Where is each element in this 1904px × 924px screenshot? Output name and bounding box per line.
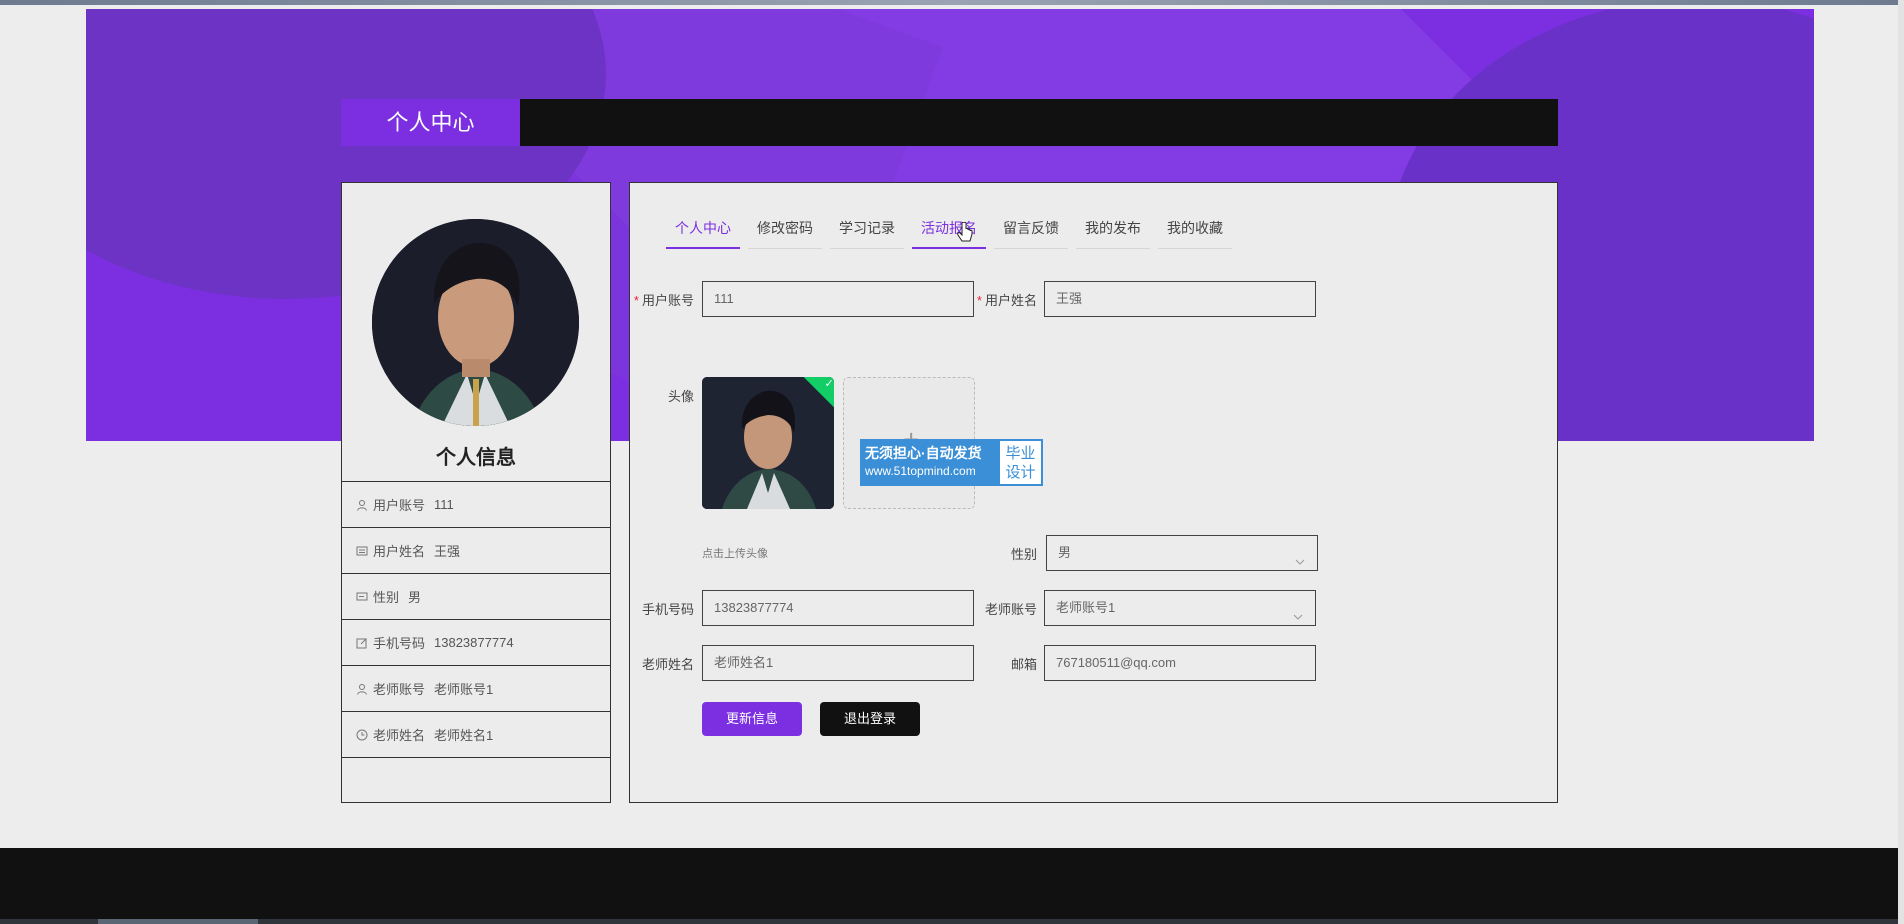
info-value: 王强 [434, 544, 461, 559]
page-title: 个人中心 [341, 99, 520, 146]
info-row-phone: 手机号码 13823877774 [342, 619, 610, 665]
info-label: 用户姓名 [373, 544, 426, 559]
info-label: 老师账号 [373, 682, 426, 697]
edit-icon [356, 637, 368, 649]
mouse-cursor [957, 221, 973, 244]
info-label: 手机号码 [373, 636, 426, 651]
info-row-name: 用户姓名 王强 [342, 527, 610, 573]
avatar-label: 头像 [667, 389, 694, 404]
teacher-name-input[interactable]: 老师姓名1 [702, 645, 974, 681]
footer [0, 848, 1904, 924]
watermark-url: www.51topmind.com [865, 464, 976, 478]
account-input[interactable]: 111 [702, 281, 974, 317]
profile-info-list: 用户账号 111 用户姓名 王强 性别 男 手机号码 13823877774 老… [342, 481, 610, 803]
info-value: 13823877774 [434, 635, 514, 650]
upload-tip: 点击上传头像 [702, 548, 768, 560]
watermark-line1: 无须担心·自动发货 [865, 445, 982, 461]
avatar-preview[interactable]: ✓ [702, 377, 834, 509]
teacher-icon [356, 683, 368, 695]
gender-value: 男 [1058, 545, 1072, 560]
teacher-account-value: 老师账号1 [1056, 600, 1116, 615]
email-label: 邮箱 [1010, 657, 1037, 672]
info-value: 老师姓名1 [434, 728, 494, 743]
teacher-account-select[interactable]: 老师账号1 [1044, 590, 1316, 626]
check-icon: ✓ [824, 377, 834, 390]
browser-top-line [0, 0, 1904, 5]
chevron-down-icon [1295, 546, 1305, 565]
tab-study-records[interactable]: 学习记录 [830, 213, 904, 249]
scrollbar[interactable] [1898, 0, 1904, 924]
clock-icon [356, 729, 368, 741]
info-row-gender: 性别 男 [342, 573, 610, 619]
tab-activity-signup[interactable]: 活动报名 [912, 213, 986, 249]
title-bar: 个人中心 [341, 99, 1558, 146]
tab-change-password[interactable]: 修改密码 [748, 213, 822, 249]
card-icon [356, 545, 368, 557]
info-value: 男 [408, 590, 422, 605]
teacher-name-label: 老师姓名 [641, 657, 694, 672]
watermark-side1: 毕业 [1005, 445, 1036, 462]
avatar [372, 219, 579, 426]
info-label: 性别 [373, 590, 400, 605]
watermark-side2: 设计 [1005, 464, 1036, 481]
teacher-account-label: 老师账号 [984, 602, 1037, 617]
taskbar-strip [0, 919, 1904, 924]
name-label: * 用户姓名 [976, 293, 1037, 308]
phone-label: 手机号码 [641, 602, 694, 617]
info-label: 老师姓名 [373, 728, 426, 743]
info-value: 111 [434, 497, 454, 512]
name-input[interactable]: 王强 [1044, 281, 1316, 317]
gender-label: 性别 [1010, 547, 1037, 562]
profile-heading: 个人信息 [436, 447, 516, 469]
user-icon [356, 499, 368, 511]
info-label: 用户账号 [373, 498, 426, 513]
gender-select[interactable]: 男 [1046, 535, 1318, 571]
tab-my-favorites[interactable]: 我的收藏 [1158, 213, 1232, 249]
info-row-teacher-account: 老师账号 老师账号1 [342, 665, 610, 711]
info-value: 老师账号1 [434, 682, 494, 697]
update-info-button[interactable]: 更新信息 [702, 702, 802, 736]
phone-input[interactable]: 13823877774 [702, 590, 974, 626]
email-input[interactable]: 767180511@qq.com [1044, 645, 1316, 681]
account-label: * 用户账号 [633, 293, 694, 308]
profile-card: 个人信息 用户账号 111 用户姓名 王强 性别 男 手机号码 13823877… [341, 182, 611, 803]
watermark-badge: 无须担心·自动发货 www.51topmind.com 毕业 设计 [860, 439, 1043, 486]
info-row-teacher-name: 老师姓名 老师姓名1 [342, 711, 610, 757]
info-row-empty [342, 757, 610, 803]
tab-personal-center[interactable]: 个人中心 [666, 213, 740, 249]
info-row-account: 用户账号 111 [342, 481, 610, 527]
message-icon [356, 591, 368, 603]
tab-my-posts[interactable]: 我的发布 [1076, 213, 1150, 249]
profile-form-panel: 个人中心 修改密码 学习记录 活动报名 留言反馈 我的发布 我的收藏 * 用户账号… [629, 182, 1558, 803]
tab-feedback[interactable]: 留言反馈 [994, 213, 1068, 249]
logout-button[interactable]: 退出登录 [820, 702, 920, 736]
chevron-down-icon [1293, 601, 1303, 620]
tab-bar: 个人中心 修改密码 学习记录 活动报名 留言反馈 我的发布 我的收藏 [666, 213, 1240, 249]
